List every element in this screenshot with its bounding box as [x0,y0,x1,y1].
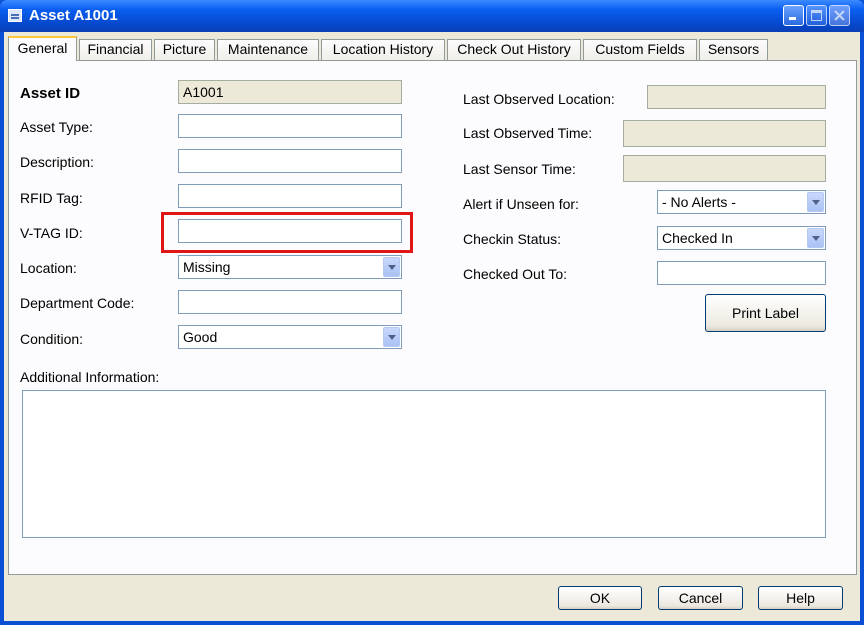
checked-out-to-input[interactable] [657,261,826,285]
checkin-status-select[interactable]: Checked In [657,226,826,250]
additional-information-textarea[interactable] [22,390,826,538]
last-observed-location-label: Last Observed Location: [463,91,615,107]
department-code-label: Department Code: [20,295,135,311]
last-sensor-time-field [623,155,826,182]
location-label: Location: [20,260,77,276]
dialog-client-area: General Financial Picture Maintenance Lo… [4,32,860,621]
chevron-down-icon[interactable] [383,327,400,347]
description-input[interactable] [178,149,402,173]
rfid-tag-input[interactable] [178,184,402,208]
minimize-button[interactable] [783,5,804,26]
chevron-down-icon[interactable] [807,228,824,248]
last-observed-time-field [623,120,826,147]
alert-selected-value: - No Alerts - [662,194,736,210]
close-button[interactable] [829,5,850,26]
alert-if-unseen-select[interactable]: - No Alerts - [657,190,826,214]
checked-out-to-label: Checked Out To: [463,266,568,282]
department-code-input[interactable] [178,290,402,314]
tab-maintenance[interactable]: Maintenance [217,39,319,60]
last-observed-location-field [647,85,826,109]
alert-if-unseen-label: Alert if Unseen for: [463,196,579,212]
ok-button[interactable]: OK [558,586,642,610]
tab-check-out-history[interactable]: Check Out History [447,39,581,60]
title-bar[interactable]: Asset A1001 [0,0,864,32]
tab-picture[interactable]: Picture [154,39,215,60]
checkin-status-label: Checkin Status: [463,231,562,247]
checkin-selected-value: Checked In [662,230,733,246]
general-tab-panel: Asset ID A1001 Asset Type: Description: … [8,60,857,575]
last-sensor-time-label: Last Sensor Time: [463,161,576,177]
asset-type-label: Asset Type: [20,119,93,135]
description-label: Description: [20,154,94,170]
condition-label: Condition: [20,331,84,347]
chevron-down-icon[interactable] [383,257,400,277]
help-button[interactable]: Help [758,586,843,610]
tab-location-history[interactable]: Location History [321,39,445,60]
tab-sensors[interactable]: Sensors [699,39,768,60]
window-icon [8,9,22,22]
tab-general[interactable]: General [8,36,77,61]
tab-financial[interactable]: Financial [79,39,152,60]
vtag-id-label: V-TAG ID: [20,225,83,241]
asset-dialog-window: Asset A1001 General Financial Picture Ma… [0,0,864,625]
additional-information-label: Additional Information: [20,369,160,385]
chevron-down-icon[interactable] [807,192,824,212]
asset-id-field: A1001 [178,80,402,104]
cancel-button[interactable]: Cancel [658,586,743,610]
last-observed-time-label: Last Observed Time: [463,125,593,141]
condition-select[interactable]: Good [178,325,402,349]
window-title: Asset A1001 [29,7,118,24]
vtag-id-input[interactable] [178,219,402,243]
print-label-button[interactable]: Print Label [705,294,826,332]
location-selected-value: Missing [183,259,231,275]
asset-type-input[interactable] [178,114,402,138]
maximize-button[interactable] [806,5,827,26]
condition-selected-value: Good [183,329,218,345]
close-icon [834,10,845,21]
asset-id-label: Asset ID [20,85,81,102]
rfid-tag-label: RFID Tag: [20,190,83,206]
tab-custom-fields[interactable]: Custom Fields [583,39,697,60]
location-select[interactable]: Missing [178,255,402,279]
